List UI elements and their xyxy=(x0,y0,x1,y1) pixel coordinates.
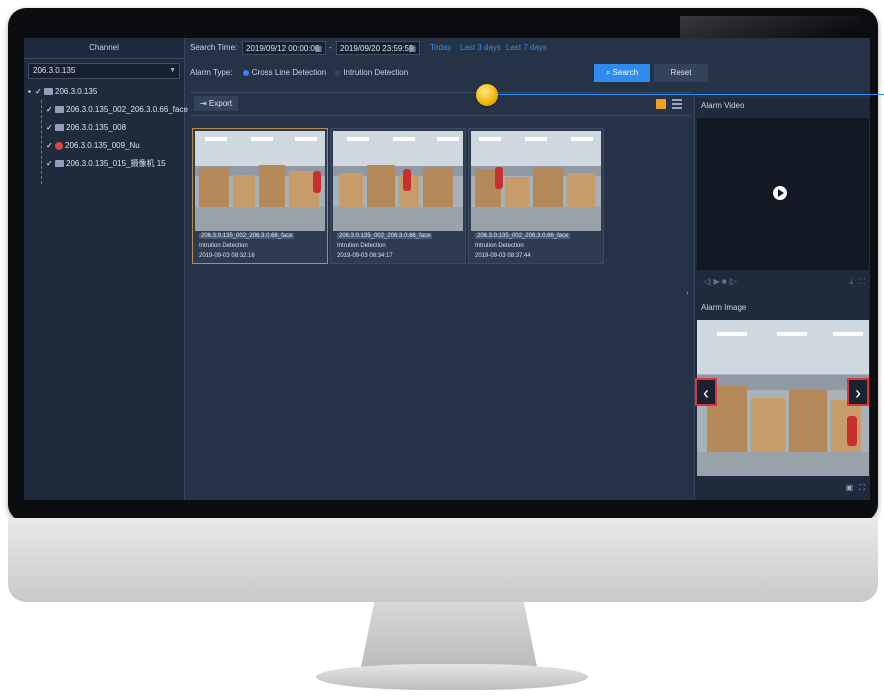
result-type: Intrution Detection xyxy=(475,243,524,249)
end-time-value: 2019/09/20 23:59:59 xyxy=(340,44,414,53)
camera-icon xyxy=(55,124,64,132)
channel-panel: Channel 206.3.0.135 ▼ ▪ ✓ 206.3.0.135 ✓ 206… xyxy=(24,38,188,500)
video-controls: ◁| ▶ ■ |▷ ⤓ ⛶ xyxy=(697,274,869,290)
search-button[interactable]: ⌕ Search xyxy=(594,64,650,82)
results-toolbar: ⇥ Export xyxy=(190,92,692,116)
tree-channel-item[interactable]: ✓ 206.3.0.135_009_Nu xyxy=(24,137,184,155)
checkbox-icon[interactable]: ✓ xyxy=(46,137,53,155)
result-type: Intrution Detection xyxy=(199,243,248,249)
tree-channel-label: 206.3.0.135_002_206.3.0.66_face xyxy=(66,105,188,114)
list-view-icon[interactable] xyxy=(672,99,682,109)
result-time: 2019-09-03 08:34:17 xyxy=(337,253,393,259)
preview-panel: Alarm Video ◁| ▶ ■ |▷ ⤓ ⛶ Alarm Image ‹ … xyxy=(694,98,870,500)
export-button[interactable]: ⇥ Export xyxy=(194,96,238,111)
checkbox-icon[interactable]: ✓ xyxy=(46,119,53,137)
play-small-icon[interactable]: ▶ xyxy=(713,277,721,286)
play-icon[interactable] xyxy=(773,186,787,200)
alarm-snapshot-image xyxy=(333,131,463,231)
result-time: 2019-09-03 08:37:44 xyxy=(475,253,531,259)
alarm-image-title: Alarm Image xyxy=(701,303,747,312)
app-screen: Channel 206.3.0.135 ▼ ▪ ✓ 206.3.0.135 ✓ 206… xyxy=(24,38,870,500)
prev-image-button[interactable]: ‹ xyxy=(695,378,717,406)
tree-root-label: 206.3.0.135 xyxy=(55,87,98,96)
camera-icon xyxy=(55,106,64,114)
alarm-image xyxy=(697,320,869,476)
calendar-icon[interactable]: ▦ xyxy=(314,42,322,56)
checkbox-icon[interactable]: ✓ xyxy=(46,101,53,119)
search-icon: ⌕ xyxy=(605,68,613,77)
radio-cross-line[interactable]: Cross Line Detection xyxy=(242,68,327,77)
start-time-input[interactable]: 2019/09/12 00:00:00 ▦ xyxy=(242,41,326,55)
result-channel: 206.3.0.135_002_206.3.0.66_face xyxy=(337,233,433,239)
highlight-marker xyxy=(476,84,498,106)
search-bar: Search Time: 2019/09/12 00:00:00 ▦ - 201… xyxy=(184,38,870,60)
monitor-stand-neck xyxy=(360,602,538,672)
chevron-left-icon: ‹ xyxy=(703,383,709,403)
result-card[interactable]: 206.3.0.135_002_206.3.0.66_face Intrutio… xyxy=(468,128,604,264)
tree-channel-item[interactable]: ✓ 206.3.0.135_015_摄像机 15 xyxy=(24,155,184,173)
collapse-icon[interactable]: ▪ xyxy=(28,83,35,101)
fullscreen-icon[interactable]: ⛶ xyxy=(859,274,865,290)
result-channel: 206.3.0.135_002_206.3.0.66_face xyxy=(475,233,571,239)
chevron-down-icon: ▼ xyxy=(169,67,176,74)
image-actions: ▣ ⛶ xyxy=(697,480,869,496)
next-image-button[interactable]: › xyxy=(847,378,869,406)
reset-button[interactable]: Reset xyxy=(654,64,708,82)
alarm-snapshot-image xyxy=(471,131,601,231)
channel-panel-title: Channel xyxy=(24,38,184,59)
tree-channel-label: 206.3.0.135_015_摄像机 15 xyxy=(66,159,166,168)
alarm-snapshot-image xyxy=(195,131,325,231)
last-3-days-link[interactable]: Last 3 days xyxy=(460,43,501,52)
download-icon[interactable]: ⤓ xyxy=(849,274,853,290)
grid-view-icon[interactable] xyxy=(656,99,666,109)
alarm-video-title: Alarm Video xyxy=(701,101,745,110)
camera-icon xyxy=(55,160,64,168)
last-7-days-link[interactable]: Last 7 days xyxy=(506,43,547,52)
search-button-label: Search xyxy=(612,68,639,77)
monitor-chin xyxy=(8,518,878,602)
search-time-label: Search Time: xyxy=(190,43,238,52)
radio-unselected-icon xyxy=(334,69,341,76)
prev-frame-icon[interactable]: ◁| xyxy=(703,277,711,286)
checkbox-icon[interactable]: ✓ xyxy=(46,155,53,173)
start-time-value: 2019/09/12 00:00:00 xyxy=(246,44,320,53)
radio-intrusion[interactable]: Intrution Detection xyxy=(334,68,408,77)
export-button-label: Export xyxy=(208,99,233,108)
tree-channel-item[interactable]: ✓ 206.3.0.135_002_206.3.0.66_face xyxy=(24,101,188,119)
next-frame-icon[interactable]: |▷ xyxy=(729,277,737,286)
time-separator: - xyxy=(329,43,332,52)
result-card[interactable]: 206.3.0.135_002_206.3.0.66_face Intrutio… xyxy=(192,128,328,264)
radio-cross-line-label: Cross Line Detection xyxy=(251,68,327,77)
collapse-arrow-icon[interactable]: › xyxy=(686,288,689,297)
callout-line xyxy=(498,94,884,95)
stop-icon[interactable]: ■ xyxy=(722,277,729,286)
result-card[interactable]: 206.3.0.135_002_206.3.0.66_face Intrutio… xyxy=(330,128,466,264)
today-link[interactable]: Today xyxy=(430,43,451,52)
alarm-video-player[interactable] xyxy=(697,118,869,270)
result-channel: 206.3.0.135_002_206.3.0.66_face xyxy=(199,233,295,239)
device-icon xyxy=(44,88,53,96)
camera-alarm-icon xyxy=(55,141,63,150)
tree-channel-label: 206.3.0.135_009_Nu xyxy=(65,141,140,150)
tree-channel-label: 206.3.0.135_008 xyxy=(66,123,127,132)
device-select[interactable]: 206.3.0.135 ▼ xyxy=(28,63,180,79)
radio-intrusion-label: Intrution Detection xyxy=(343,68,409,77)
fullscreen-icon[interactable]: ⛶ xyxy=(859,483,865,492)
result-type: Intrution Detection xyxy=(337,243,386,249)
alarm-type-label: Alarm Type: xyxy=(190,68,233,77)
radio-selected-icon xyxy=(242,69,249,76)
save-icon[interactable]: ▣ xyxy=(846,483,854,492)
calendar-icon[interactable]: ▦ xyxy=(408,42,416,56)
result-time: 2019-09-03 08:32:16 xyxy=(199,253,255,259)
monitor-stand-base xyxy=(316,664,588,690)
chevron-right-icon: › xyxy=(855,383,861,403)
tree-channel-item[interactable]: ✓ 206.3.0.135_008 xyxy=(24,119,184,137)
checkbox-icon[interactable]: ✓ xyxy=(35,83,42,101)
tree-root-node[interactable]: ▪ ✓ 206.3.0.135 xyxy=(24,83,184,101)
device-select-value: 206.3.0.135 xyxy=(33,66,76,75)
alarm-type-row: Alarm Type: Cross Line Detection Intruti… xyxy=(190,68,408,77)
end-time-input[interactable]: 2019/09/20 23:59:59 ▦ xyxy=(336,41,420,55)
export-icon: ⇥ xyxy=(199,99,209,108)
